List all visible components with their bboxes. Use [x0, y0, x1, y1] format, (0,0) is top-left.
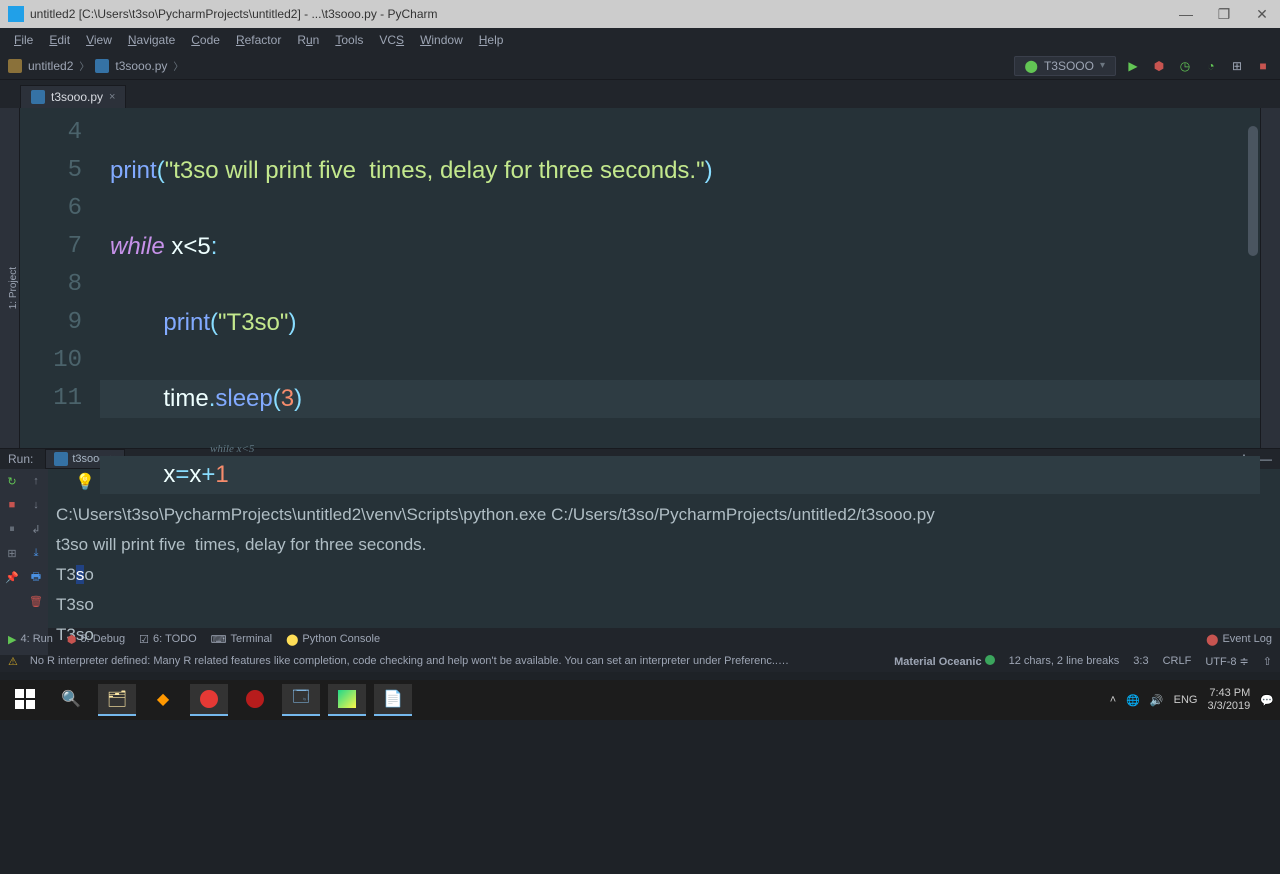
- run-configuration-selector[interactable]: ⬤ T3SOOO ▾: [1014, 56, 1116, 76]
- output-line: T3so: [56, 595, 94, 614]
- menu-tools[interactable]: Tools: [327, 31, 371, 49]
- rerun-button[interactable]: ↻: [4, 473, 20, 489]
- wrap-button[interactable]: ↲: [28, 521, 44, 537]
- pycharm-app[interactable]: [328, 684, 366, 716]
- tab-run[interactable]: ▶4: Run: [8, 633, 53, 646]
- close-tab-button[interactable]: ×: [109, 91, 115, 103]
- readonly-lock-icon[interactable]: ⇧: [1263, 655, 1272, 668]
- sublime-app[interactable]: ◆: [144, 684, 182, 716]
- breadcrumb-project[interactable]: untitled2: [28, 59, 73, 73]
- code-editor[interactable]: 4 5 6 7 8 9 10 11 print("t3so will print…: [20, 108, 1260, 448]
- explorer-window-app[interactable]: 🗔: [282, 684, 320, 716]
- menu-help[interactable]: Help: [471, 31, 512, 49]
- breadcrumb-file[interactable]: t3sooo.py: [115, 59, 167, 73]
- stop-button[interactable]: ■: [1254, 57, 1272, 75]
- file-explorer-app[interactable]: 🗂: [98, 684, 136, 716]
- menu-edit[interactable]: Edit: [41, 31, 78, 49]
- run-panel-hide-button[interactable]: —: [1260, 452, 1272, 466]
- tray-chevron-icon[interactable]: ˄: [1110, 694, 1116, 706]
- window-title: untitled2 [C:\Users\t3so\PycharmProjects…: [30, 7, 1176, 21]
- chevron-right-icon: 〉: [173, 58, 183, 73]
- tray-language[interactable]: ENG: [1174, 694, 1198, 706]
- editor-tabs-bar: t3sooo.py ×: [0, 80, 1280, 108]
- pause-output-button[interactable]: ⏸: [4, 521, 20, 537]
- down-button[interactable]: ↓: [28, 497, 44, 513]
- search-button[interactable]: 🔍: [52, 684, 90, 716]
- python-file-icon: [31, 90, 45, 104]
- attach-button[interactable]: ⊞: [1228, 57, 1246, 75]
- editor-tab-label: t3sooo.py: [51, 90, 103, 104]
- coverage-button[interactable]: ◷: [1176, 57, 1194, 75]
- intention-bulb-icon[interactable]: 💡: [75, 464, 95, 502]
- code-line-8[interactable]: 💡 x=x+1: [100, 456, 1260, 494]
- notifications-button[interactable]: 💬: [1260, 694, 1274, 707]
- warning-icon: ⚠: [8, 655, 18, 668]
- titlebar: untitled2 [C:\Users\t3so\PycharmProjects…: [0, 0, 1280, 28]
- recorder-app[interactable]: [190, 684, 228, 716]
- navigation-bar: untitled2 〉 t3sooo.py 〉 ⬤ T3SOOO ▾ ▶ ⬢ ◷…: [0, 52, 1280, 80]
- layout-button[interactable]: ⊞: [4, 545, 20, 561]
- system-tray: ˄ 🌐 🔊 ENG 7:43 PM 3/3/2019 💬: [1110, 687, 1274, 713]
- stop-process-button[interactable]: ■: [4, 497, 20, 513]
- start-button[interactable]: [6, 684, 44, 716]
- code-line-7[interactable]: time.sleep(3): [100, 380, 1260, 418]
- menu-window[interactable]: Window: [412, 31, 471, 49]
- menubar: File Edit View Navigate Code Refactor Ru…: [0, 28, 1280, 52]
- opera-app[interactable]: [236, 684, 274, 716]
- run-config-name: T3SOOO: [1044, 59, 1094, 73]
- run-button[interactable]: ▶: [1124, 57, 1142, 75]
- code-line-5[interactable]: while x<5:: [100, 228, 1260, 266]
- print-button[interactable]: 🖶: [28, 569, 44, 585]
- code-line-10[interactable]: [100, 608, 1260, 646]
- debug-button[interactable]: ⬢: [1150, 57, 1168, 75]
- menu-code[interactable]: Code: [183, 31, 228, 49]
- right-tool-strip: [1260, 108, 1280, 448]
- menu-view[interactable]: View: [78, 31, 120, 49]
- code-line-9[interactable]: [100, 532, 1260, 570]
- left-tool-strip: 1: Project: [0, 108, 20, 448]
- python-file-icon: [54, 452, 68, 466]
- windows-taskbar: 🔍 🗂 ◆ 🗔 📄 ˄ 🌐 🔊 ENG 7:43 PM 3/3/2019 💬: [0, 680, 1280, 720]
- run-panel-label: Run:: [8, 452, 33, 466]
- project-tool-button[interactable]: 1: Project: [8, 267, 19, 309]
- maximize-button[interactable]: ❐: [1214, 6, 1234, 23]
- app-icon: [8, 6, 24, 22]
- breadcrumb: untitled2 〉 t3sooo.py 〉: [8, 58, 183, 73]
- menu-refactor[interactable]: Refactor: [228, 31, 289, 49]
- tray-clock[interactable]: 7:43 PM 3/3/2019: [1207, 687, 1250, 713]
- menu-vcs[interactable]: VCS: [371, 31, 412, 49]
- tray-network-icon[interactable]: 🌐: [1126, 694, 1140, 707]
- code-content[interactable]: print("t3so will print five times, delay…: [100, 108, 1260, 448]
- editor-tab[interactable]: t3sooo.py ×: [20, 85, 126, 108]
- profile-button[interactable]: ◔: [1202, 57, 1220, 75]
- notepad-app[interactable]: 📄: [374, 684, 412, 716]
- pin-button[interactable]: 📌: [4, 569, 20, 585]
- run-left-toolbar: ↻ ■ ⏸ ⊞ 📌: [0, 469, 24, 655]
- editor-scrollbar[interactable]: [1248, 126, 1258, 256]
- close-button[interactable]: ✕: [1252, 6, 1272, 23]
- chevron-down-icon: ▾: [1100, 60, 1105, 71]
- python-file-icon: [95, 59, 109, 73]
- folder-icon: [8, 59, 22, 73]
- tray-volume-icon[interactable]: 🔊: [1150, 694, 1164, 707]
- code-line-4[interactable]: print("t3so will print five times, delay…: [100, 152, 1260, 190]
- output-line: T3so: [56, 565, 94, 584]
- run-left-toolbar-2: ↑ ↓ ↲ ⤓ 🖶 🗑: [24, 469, 48, 655]
- clear-button[interactable]: 🗑: [28, 593, 44, 609]
- scroll-to-end-button[interactable]: ⤓: [28, 545, 44, 561]
- menu-navigate[interactable]: Navigate: [120, 31, 183, 49]
- chevron-right-icon: 〉: [79, 58, 89, 73]
- minimize-button[interactable]: —: [1176, 6, 1196, 23]
- code-line-6[interactable]: print("T3so"): [100, 304, 1260, 342]
- context-breadcrumb: while x<5: [200, 430, 1240, 448]
- up-button[interactable]: ↑: [28, 473, 44, 489]
- menu-run[interactable]: Run: [289, 31, 327, 49]
- menu-file[interactable]: File: [6, 31, 41, 49]
- line-number-gutter: 4 5 6 7 8 9 10 11: [20, 108, 100, 448]
